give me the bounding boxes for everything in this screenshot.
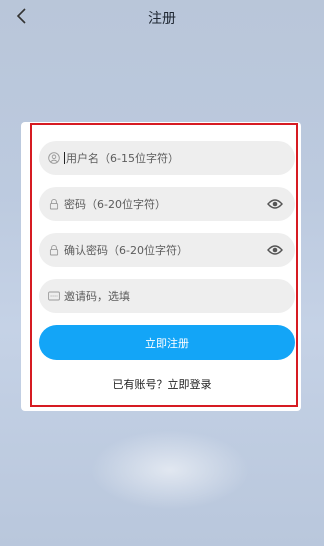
username-input[interactable] xyxy=(66,151,256,165)
register-button[interactable]: 立即注册 xyxy=(39,325,295,360)
lock-icon xyxy=(48,198,60,210)
eye-icon[interactable] xyxy=(267,197,283,211)
lock-icon xyxy=(48,244,60,256)
confirm-password-field[interactable] xyxy=(39,233,295,267)
background-glow xyxy=(90,430,250,510)
page-title: 注册 xyxy=(148,11,176,27)
username-field[interactable] xyxy=(39,141,295,175)
top-bar: 注册 xyxy=(0,0,324,36)
password-input[interactable] xyxy=(64,197,254,211)
user-icon xyxy=(48,152,60,164)
confirm-password-input[interactable] xyxy=(64,243,254,257)
eye-icon[interactable] xyxy=(267,243,283,257)
invite-code-field[interactable] xyxy=(39,279,295,313)
invite-code-input[interactable] xyxy=(64,289,254,303)
invite-code-icon xyxy=(48,290,60,302)
password-field[interactable] xyxy=(39,187,295,221)
login-link[interactable]: 已有账号？立即登录 xyxy=(0,376,324,392)
text-cursor xyxy=(64,152,65,164)
